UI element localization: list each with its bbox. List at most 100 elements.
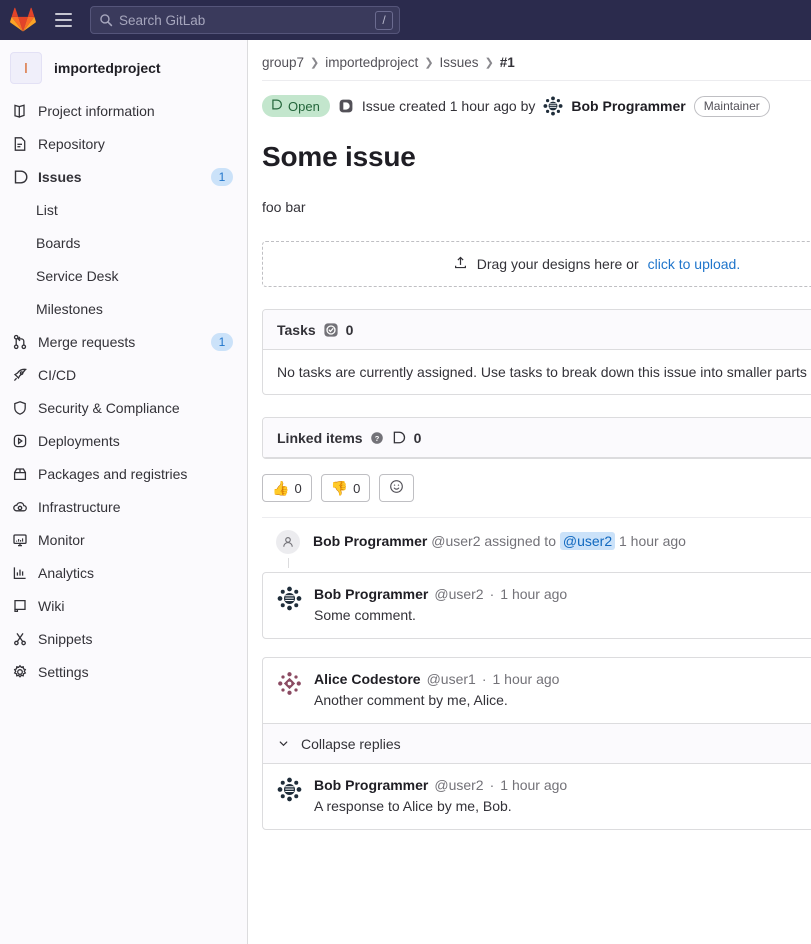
sidebar-item-analytics[interactable]: Analytics xyxy=(0,556,247,589)
issue-type-icon xyxy=(338,98,354,114)
project-avatar: I xyxy=(10,52,42,84)
linked-items-title: Linked items xyxy=(277,429,363,446)
sidebar-item-project-information[interactable]: Project information xyxy=(0,94,247,127)
sidebar-item-security-compliance[interactable]: Security & Compliance xyxy=(0,391,247,424)
help-circle-icon[interactable]: ? xyxy=(370,431,384,445)
comment-timestamp[interactable]: 1 hour ago xyxy=(493,671,560,687)
sidebar-item-monitor[interactable]: Monitor xyxy=(0,523,247,556)
thumbsdown-count: 0 xyxy=(353,480,361,496)
comment-author-handle: @user2 xyxy=(434,777,484,793)
sidebar-item-label: Issues xyxy=(38,168,82,185)
issue-status-row: Open Issue created 1 hour ago by Bob Pro… xyxy=(262,81,811,123)
search-placeholder: Search GitLab xyxy=(119,12,206,28)
search-shortcut-key: / xyxy=(375,10,393,30)
sidebar-item-label: Deployments xyxy=(38,432,120,449)
monitor-icon xyxy=(12,532,28,548)
merge-requests-icon xyxy=(12,334,28,350)
sidebar-item-label: List xyxy=(36,201,58,218)
linked-items-count: 0 xyxy=(413,429,422,446)
hamburger-menu-icon[interactable] xyxy=(48,6,78,34)
tasks-title: Tasks xyxy=(277,321,316,338)
sidebar-item-label: Service Desk xyxy=(36,267,119,284)
sidebar-item-wiki[interactable]: Wiki xyxy=(0,589,247,622)
breadcrumb-issue-number[interactable]: #1 xyxy=(500,55,515,70)
issues-icon xyxy=(12,169,28,185)
sidebar-item-boards[interactable]: Boards xyxy=(0,226,247,259)
comment-card: Bob Programmer @user2 · 1 hour ago Some … xyxy=(262,572,811,639)
bob-avatar-identicon[interactable] xyxy=(277,777,302,802)
alice-avatar-identicon[interactable] xyxy=(277,671,302,696)
issues-icon xyxy=(391,430,407,446)
sidebar-item-issues[interactable]: Issues 1 xyxy=(0,160,247,193)
system-note-actor[interactable]: Bob Programmer xyxy=(313,533,427,549)
system-note-mention[interactable]: @user2 xyxy=(559,532,616,550)
avatar[interactable] xyxy=(543,96,564,116)
thread-connector-line xyxy=(288,558,289,568)
breadcrumb-group[interactable]: group7 xyxy=(262,55,304,70)
sidebar-item-label: Project information xyxy=(38,102,155,119)
comment-timestamp[interactable]: 1 hour ago xyxy=(500,777,567,793)
sidebar-item-label: Infrastructure xyxy=(38,498,121,515)
sidebar-item-label: Boards xyxy=(36,234,81,251)
activity-feed: Bob Programmer @user2 assigned to @user2… xyxy=(262,530,811,830)
sidebar-item-snippets[interactable]: Snippets xyxy=(0,622,247,655)
sidebar-item-milestones[interactable]: Milestones xyxy=(0,292,247,325)
issue-detail-main: group7 ❯ importedproject ❯ Issues ❯ #1 O… xyxy=(248,40,811,944)
comment-body: Alice Codestore @user1 · 1 hour ago Anot… xyxy=(263,658,811,723)
tasks-widget-header: Tasks 0 xyxy=(263,310,811,350)
issue-description: foo bar xyxy=(262,199,306,215)
comment-author-handle: @user2 xyxy=(434,586,484,602)
comment-author-name[interactable]: Bob Programmer xyxy=(314,777,428,793)
comment-author-name[interactable]: Bob Programmer xyxy=(314,586,428,602)
package-icon xyxy=(12,466,28,482)
sidebar-item-settings[interactable]: Settings xyxy=(0,655,247,688)
sidebar-item-service-desk[interactable]: Service Desk xyxy=(0,259,247,292)
breadcrumb-issues[interactable]: Issues xyxy=(440,55,479,70)
comment-card: Alice Codestore @user1 · 1 hour ago Anot… xyxy=(262,657,811,830)
sidebar-item-label: Security & Compliance xyxy=(38,399,180,416)
upload-icon xyxy=(453,255,468,273)
comment-body: Bob Programmer @user2 · 1 hour ago Some … xyxy=(263,573,811,638)
tasks-count: 0 xyxy=(345,321,354,338)
breadcrumb-separator: ❯ xyxy=(484,56,494,69)
design-dropzone[interactable]: Drag your designs here or click to uploa… xyxy=(262,241,811,287)
sidebar-item-deployments[interactable]: Deployments xyxy=(0,424,247,457)
tasks-empty-state: No tasks are currently assigned. Use tas… xyxy=(277,364,807,380)
collapse-replies-toggle[interactable]: Collapse replies xyxy=(263,723,811,763)
issue-author-name[interactable]: Bob Programmer xyxy=(571,98,685,114)
sidebar-project-header[interactable]: I importedproject xyxy=(0,46,247,94)
svg-text:?: ? xyxy=(374,433,379,442)
sidebar-item-label: Settings xyxy=(38,663,89,680)
search-input[interactable]: Search GitLab / xyxy=(90,6,400,34)
bob-avatar-identicon[interactable] xyxy=(277,586,302,611)
repository-icon xyxy=(12,136,28,152)
click-to-upload-link[interactable]: click to upload. xyxy=(648,256,741,272)
status-badge: Open xyxy=(262,95,330,117)
comment-timestamp[interactable]: 1 hour ago xyxy=(500,586,567,602)
system-note-timestamp[interactable]: 1 hour ago xyxy=(619,533,686,549)
thumbsdown-reaction-button[interactable]: 👎 0 xyxy=(320,474,371,502)
page-title: Some issue xyxy=(262,141,416,172)
smiley-add-reaction-icon xyxy=(389,479,404,497)
project-name: importedproject xyxy=(54,60,161,76)
breadcrumb-project[interactable]: importedproject xyxy=(325,55,418,70)
sidebar-item-infrastructure[interactable]: Infrastructure xyxy=(0,490,247,523)
comment-separator: · xyxy=(489,777,495,793)
sidebar-item-packages-registries[interactable]: Packages and registries xyxy=(0,457,247,490)
sidebar-item-merge-requests[interactable]: Merge requests 1 xyxy=(0,325,247,358)
comment-text: Another comment by me, Alice. xyxy=(314,692,508,708)
dropzone-text: Drag your designs here or xyxy=(476,256,639,272)
user-avatar-icon xyxy=(276,530,300,554)
sidebar-item-label: Merge requests xyxy=(38,333,136,350)
thumbsdown-icon: 👎 xyxy=(330,480,349,496)
comment-author-name[interactable]: Alice Codestore xyxy=(314,671,421,687)
sidebar-item-ci-cd[interactable]: CI/CD xyxy=(0,358,247,391)
comment-header: Bob Programmer @user2 · 1 hour ago xyxy=(314,586,811,602)
sidebar-item-repository[interactable]: Repository xyxy=(0,127,247,160)
sidebar-item-list[interactable]: List xyxy=(0,193,247,226)
project-information-icon xyxy=(12,103,28,119)
add-reaction-button[interactable] xyxy=(379,474,415,502)
thumbsup-reaction-button[interactable]: 👍 0 xyxy=(262,474,312,502)
comment-header: Alice Codestore @user1 · 1 hour ago xyxy=(314,671,811,687)
gitlab-logo-icon[interactable] xyxy=(10,7,36,33)
